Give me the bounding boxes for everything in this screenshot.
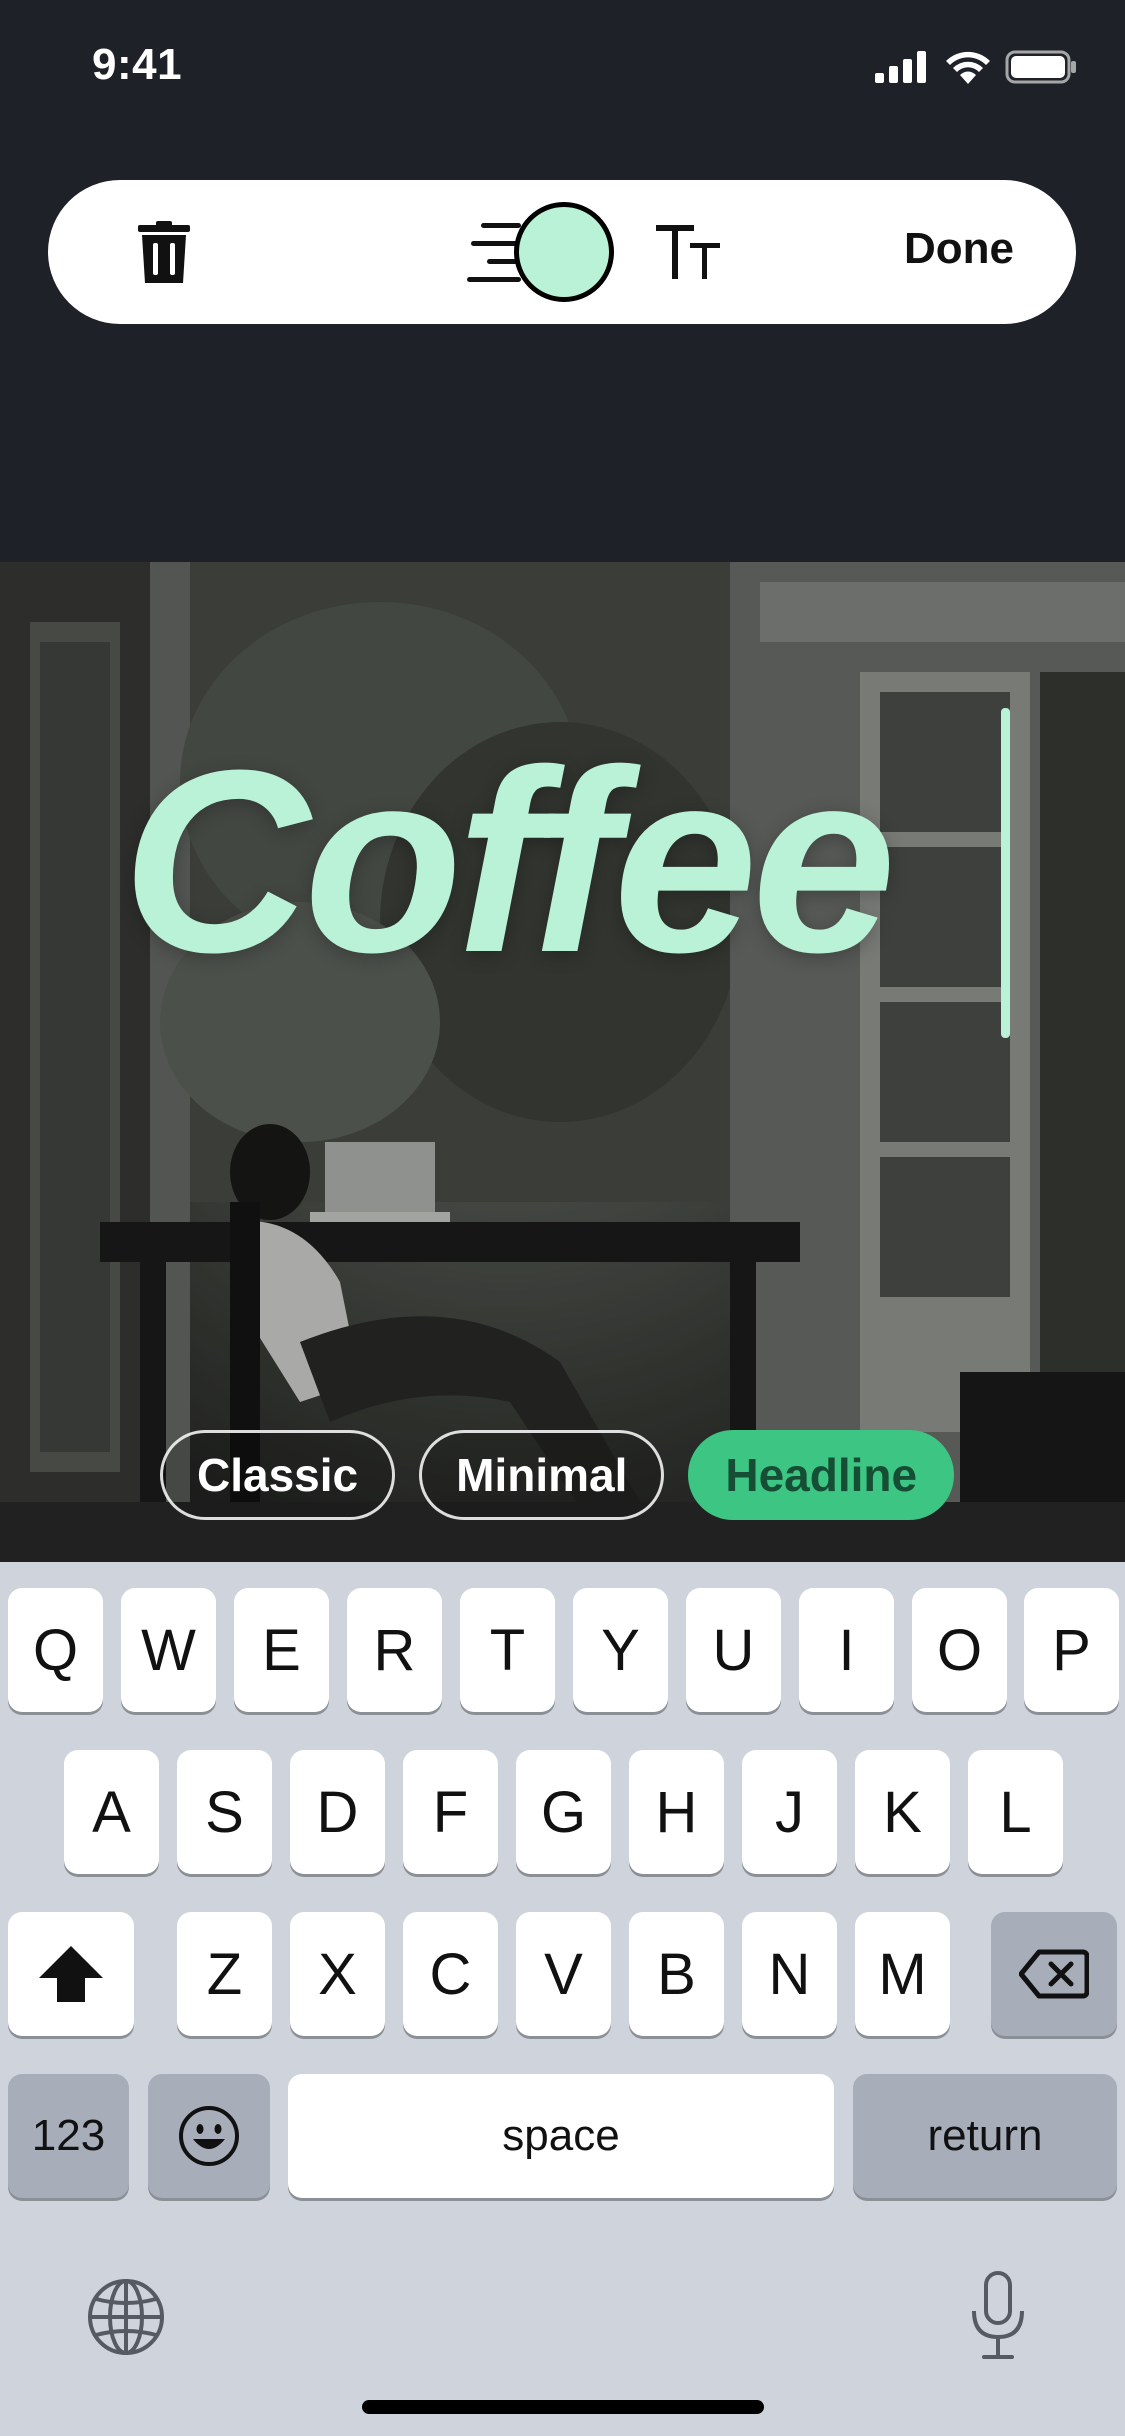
shift-key[interactable] (8, 1912, 134, 2036)
key-x[interactable]: X (290, 1912, 385, 2036)
key-y[interactable]: Y (573, 1588, 668, 1712)
key-h[interactable]: H (629, 1750, 724, 1874)
key-d[interactable]: D (290, 1750, 385, 1874)
key-f[interactable]: F (403, 1750, 498, 1874)
text-cursor (1001, 708, 1010, 1038)
key-u[interactable]: U (686, 1588, 781, 1712)
key-i[interactable]: I (799, 1588, 894, 1712)
delete-button[interactable] (126, 214, 202, 290)
key-o[interactable]: O (912, 1588, 1007, 1712)
style-classic-button[interactable]: Classic (160, 1430, 396, 1520)
key-a[interactable]: A (64, 1750, 159, 1874)
key-m[interactable]: M (855, 1912, 950, 2036)
key-q[interactable]: Q (8, 1588, 103, 1712)
shift-icon (39, 1946, 103, 2002)
style-headline-button[interactable]: Headline (688, 1430, 955, 1520)
text-style-selector: Classic Minimal Headline (160, 1430, 955, 1520)
key-k[interactable]: K (855, 1750, 950, 1874)
text-edit-toolbar: Done (48, 180, 1076, 324)
key-b[interactable]: B (629, 1912, 724, 2036)
key-p[interactable]: P (1024, 1588, 1119, 1712)
backspace-icon (1019, 1949, 1089, 1999)
text-align-icon (467, 223, 521, 282)
text-size-button[interactable] (644, 210, 734, 294)
status-time: 9:41 (92, 40, 183, 89)
done-button[interactable]: Done (904, 224, 1014, 274)
backspace-key[interactable] (991, 1912, 1117, 2036)
emoji-key[interactable] (148, 2074, 270, 2198)
text-size-icon (656, 225, 720, 279)
emoji-icon (179, 2106, 239, 2166)
status-bar: 9:41 (0, 0, 1125, 140)
color-swatch-button[interactable] (514, 202, 614, 302)
space-key[interactable]: space (288, 2074, 834, 2198)
globe-icon (88, 2279, 164, 2355)
background-photo (0, 562, 1125, 1562)
numbers-key[interactable]: 123 (8, 2074, 129, 2198)
battery-icon (1005, 50, 1076, 84)
dictation-button[interactable] (956, 2268, 1040, 2364)
key-t[interactable]: T (460, 1588, 555, 1712)
wifi-icon (946, 51, 990, 84)
cellular-signal-icon (875, 51, 926, 83)
status-icons (875, 50, 1077, 84)
key-l[interactable]: L (968, 1750, 1063, 1874)
key-v[interactable]: V (516, 1912, 611, 2036)
key-r[interactable]: R (347, 1588, 442, 1712)
key-e[interactable]: E (234, 1588, 329, 1712)
headline-text[interactable]: Coffee (122, 732, 896, 992)
key-z[interactable]: Z (177, 1912, 272, 2036)
key-c[interactable]: C (403, 1912, 498, 2036)
key-n[interactable]: N (742, 1912, 837, 2036)
style-minimal-button[interactable]: Minimal (419, 1430, 665, 1520)
key-g[interactable]: G (516, 1750, 611, 1874)
trash-icon (138, 221, 190, 283)
keyboard: Q W E R T Y U I O P A S D F G H J K L Z … (0, 1562, 1125, 2436)
key-s[interactable]: S (177, 1750, 272, 1874)
return-key[interactable]: return (853, 2074, 1117, 2198)
key-w[interactable]: W (121, 1588, 216, 1712)
photo-canvas[interactable]: Coffee Classic Minimal Headline (0, 562, 1125, 1562)
key-j[interactable]: J (742, 1750, 837, 1874)
microphone-icon (972, 2271, 1024, 2359)
home-indicator (362, 2400, 764, 2414)
globe-button[interactable] (84, 2275, 168, 2359)
